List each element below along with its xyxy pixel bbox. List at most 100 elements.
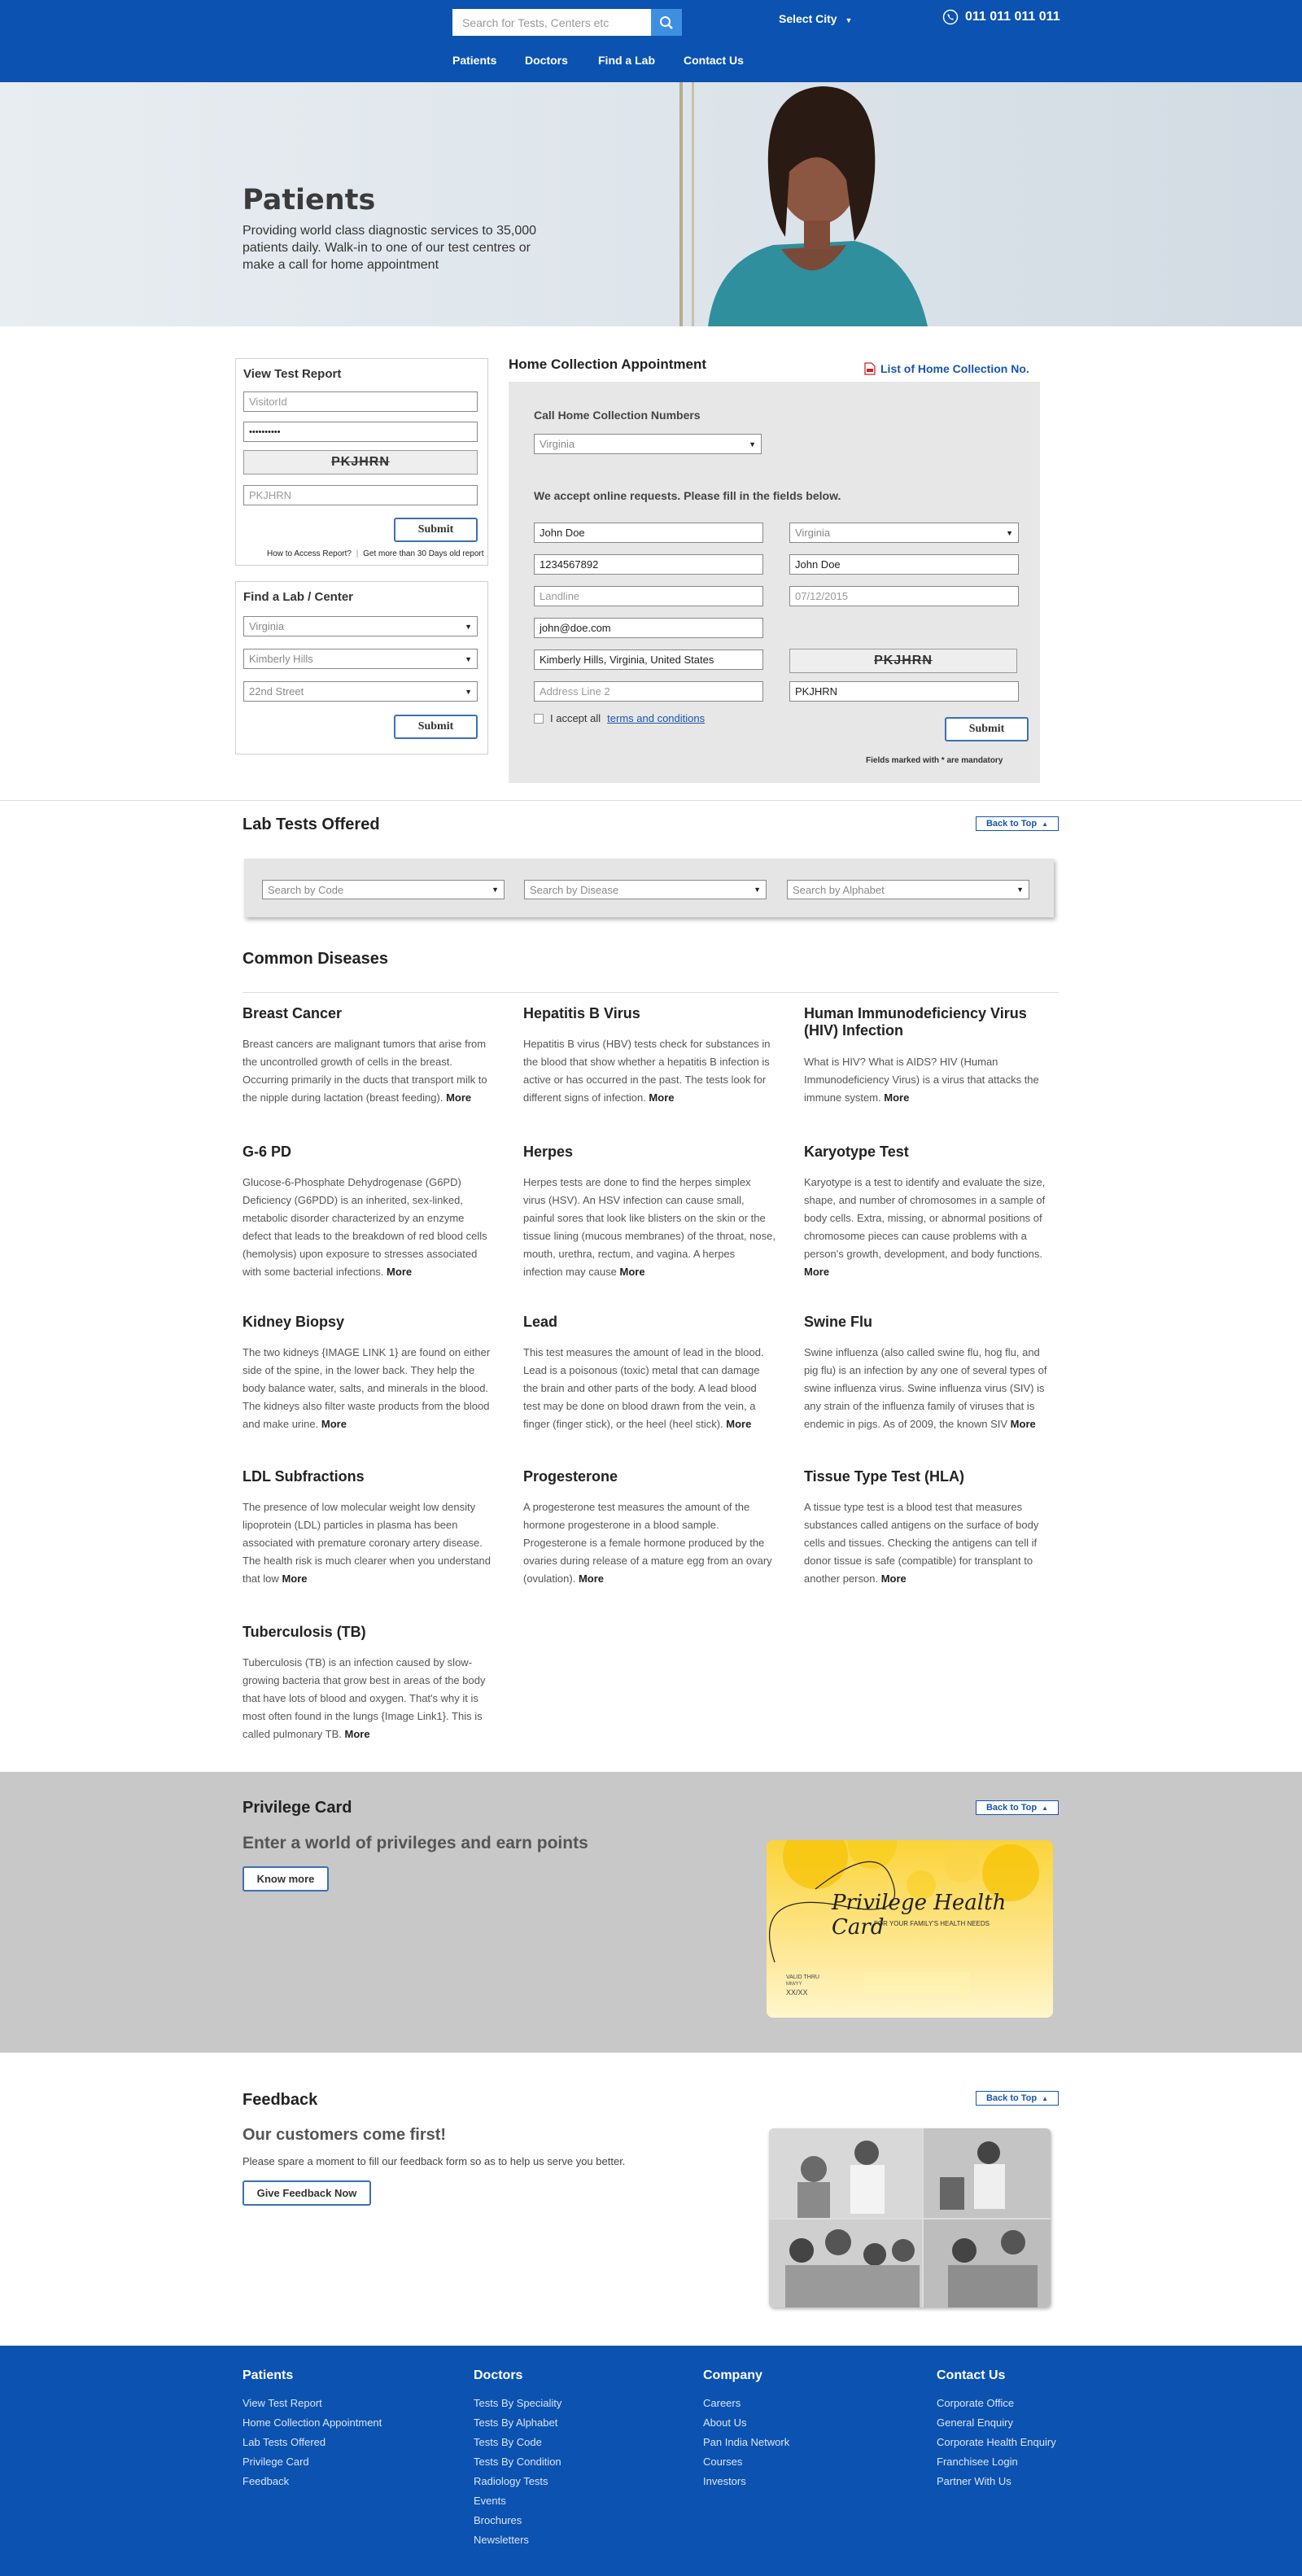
more-link[interactable]: More (321, 1418, 347, 1430)
footer-link[interactable]: Lab Tests Offered (242, 2436, 326, 2448)
footer-link[interactable]: Corporate Health Enquiry (937, 2436, 1056, 2448)
disease-title: G-6 PD (242, 1144, 292, 1160)
footer-link[interactable]: Corporate Office (937, 2397, 1014, 2409)
more-link[interactable]: More (282, 1572, 307, 1585)
card-month-year: MM/YY (786, 1982, 802, 1987)
disease-title: Progesterone (523, 1468, 618, 1485)
old-report-link[interactable]: Get more than 30 Days old report (363, 549, 483, 558)
feedback-title: Feedback (242, 2091, 318, 2109)
password-input[interactable]: •••••••••• (243, 422, 478, 442)
footer-link[interactable]: Newsletters (474, 2534, 529, 2546)
home-collection-submit-button[interactable]: Submit (945, 717, 1029, 741)
card-name: Privilege Health Card (832, 1891, 1007, 1940)
footer-link[interactable]: Tests By Speciality (474, 2397, 561, 2409)
terms-checkbox[interactable] (534, 713, 544, 724)
back-to-top-button[interactable]: Back to Top ▲ (976, 816, 1059, 831)
how-to-access-report-link[interactable]: How to Access Report? (267, 549, 352, 558)
separator-icon: | (356, 549, 359, 558)
date-input[interactable]: 07/12/2015 (789, 586, 1019, 606)
hero-banner: Patients Providing world class diagnosti… (0, 82, 1302, 326)
find-lab-submit-button[interactable]: Submit (394, 715, 478, 739)
nav-doctors[interactable]: Doctors (525, 54, 568, 67)
city-selector[interactable]: Select City ▼ (779, 12, 852, 25)
search-input[interactable] (452, 9, 651, 36)
mobile-input[interactable]: 1234567892 (534, 554, 763, 575)
more-link[interactable]: More (387, 1266, 412, 1278)
more-link[interactable]: More (579, 1572, 604, 1585)
more-link[interactable]: More (884, 1091, 909, 1104)
search-by-code-select[interactable]: Search by Code ▼ (262, 880, 505, 899)
address-line-2-input[interactable]: Address Line 2 (534, 681, 763, 702)
home-collection-title: Home Collection Appointment (509, 356, 707, 372)
home-collection-captcha-input[interactable]: PKJHRN (789, 681, 1019, 702)
nav-contact-us[interactable]: Contact Us (684, 54, 744, 67)
more-link[interactable]: More (620, 1266, 645, 1278)
more-link[interactable]: More (804, 1266, 829, 1278)
footer-link[interactable]: Franchisee Login (937, 2456, 1018, 2468)
give-feedback-button[interactable]: Give Feedback Now (242, 2180, 371, 2206)
phone-text: 011 011 011 011 (965, 10, 1060, 24)
more-link[interactable]: More (1011, 1418, 1036, 1430)
find-lab-area-select[interactable]: Kimberly Hills ▼ (243, 649, 478, 669)
more-link[interactable]: More (345, 1728, 370, 1740)
visitor-id-input[interactable]: VisitorId (243, 391, 478, 412)
footer-link[interactable]: Radiology Tests (474, 2475, 548, 2487)
back-to-top-button[interactable]: Back to Top ▲ (976, 1800, 1059, 1815)
footer-link[interactable]: Careers (703, 2397, 741, 2409)
footer-link[interactable]: General Enquiry (937, 2416, 1013, 2429)
footer-link[interactable]: Investors (703, 2475, 746, 2487)
terms-link[interactable]: terms and conditions (607, 712, 705, 724)
find-lab-title: Find a Lab / Center (243, 590, 354, 604)
search-by-disease-select[interactable]: Search by Disease ▼ (524, 880, 767, 899)
footer-link[interactable]: View Test Report (242, 2397, 322, 2409)
more-link[interactable]: More (726, 1418, 751, 1430)
more-link[interactable]: More (881, 1572, 907, 1585)
footer-link[interactable]: Pan India Network (703, 2436, 789, 2448)
disease-title: Breast Cancer (242, 1005, 343, 1021)
view-report-submit-button[interactable]: Submit (394, 518, 478, 542)
captcha-input[interactable]: PKJHRN (243, 485, 478, 505)
footer-link[interactable]: Events (474, 2495, 506, 2507)
more-link[interactable]: More (649, 1091, 674, 1104)
footer-link[interactable]: Tests By Code (474, 2436, 542, 2448)
search-button[interactable] (651, 9, 682, 36)
footer-link[interactable]: Home Collection Appointment (242, 2416, 382, 2429)
home-collection-list-link[interactable]: List of Home Collection No. (864, 362, 1029, 375)
state-value: Virginia (795, 527, 831, 539)
disease-title: Swine Flu (804, 1314, 873, 1330)
search-by-alphabet-select[interactable]: Search by Alphabet ▼ (787, 880, 1029, 899)
dropdown-arrow-icon: ▼ (492, 886, 499, 894)
disease-title: Tuberculosis (TB) (242, 1624, 366, 1640)
disease-description: A tissue type test is a blood test that … (804, 1501, 1039, 1585)
patient-name-input[interactable]: John Doe (789, 554, 1019, 575)
know-more-button[interactable]: Know more (242, 1866, 329, 1892)
call-state-select[interactable]: Virginia ▼ (534, 434, 762, 454)
nav-patients[interactable]: Patients (452, 54, 496, 67)
hero-woman-image (679, 82, 928, 326)
back-to-top-label: Back to Top (985, 819, 1038, 829)
name-input[interactable]: John Doe (534, 523, 763, 543)
find-lab-street-select[interactable]: 22nd Street ▼ (243, 681, 478, 702)
footer-link[interactable]: Courses (703, 2456, 742, 2468)
state-select[interactable]: Virginia ▼ (789, 523, 1019, 543)
disease-description: Hepatitis B virus (HBV) tests check for … (523, 1038, 771, 1104)
back-to-top-button[interactable]: Back to Top ▲ (976, 2091, 1059, 2106)
common-diseases-title: Common Diseases (242, 950, 388, 968)
card-signature-strip (864, 1972, 970, 1995)
footer-link[interactable]: About Us (703, 2416, 746, 2429)
footer-link[interactable]: Tests By Alphabet (474, 2416, 557, 2429)
footer-link[interactable]: Privilege Card (242, 2456, 309, 2468)
disease-title: Human Immunodeficiency Virus (HIV) Infec… (804, 1005, 1027, 1039)
address-line-1-input[interactable]: Kimberly Hills, Virginia, United States (534, 649, 763, 670)
nav-find-a-lab[interactable]: Find a Lab (598, 54, 655, 67)
footer-link[interactable]: Partner With Us (937, 2475, 1011, 2487)
more-link[interactable]: More (446, 1091, 471, 1104)
landline-input[interactable]: Landline (534, 586, 763, 606)
footer-link[interactable]: Tests By Condition (474, 2456, 561, 2468)
feedback-text: Please spare a moment to fill our feedba… (242, 2155, 626, 2167)
find-lab-state-select[interactable]: Virginia ▼ (243, 616, 478, 636)
card-valid-thru: VALID THRU (786, 1975, 819, 1980)
footer-link[interactable]: Feedback (242, 2475, 289, 2487)
email-input[interactable]: john@doe.com (534, 618, 763, 638)
footer-link[interactable]: Brochures (474, 2514, 522, 2526)
